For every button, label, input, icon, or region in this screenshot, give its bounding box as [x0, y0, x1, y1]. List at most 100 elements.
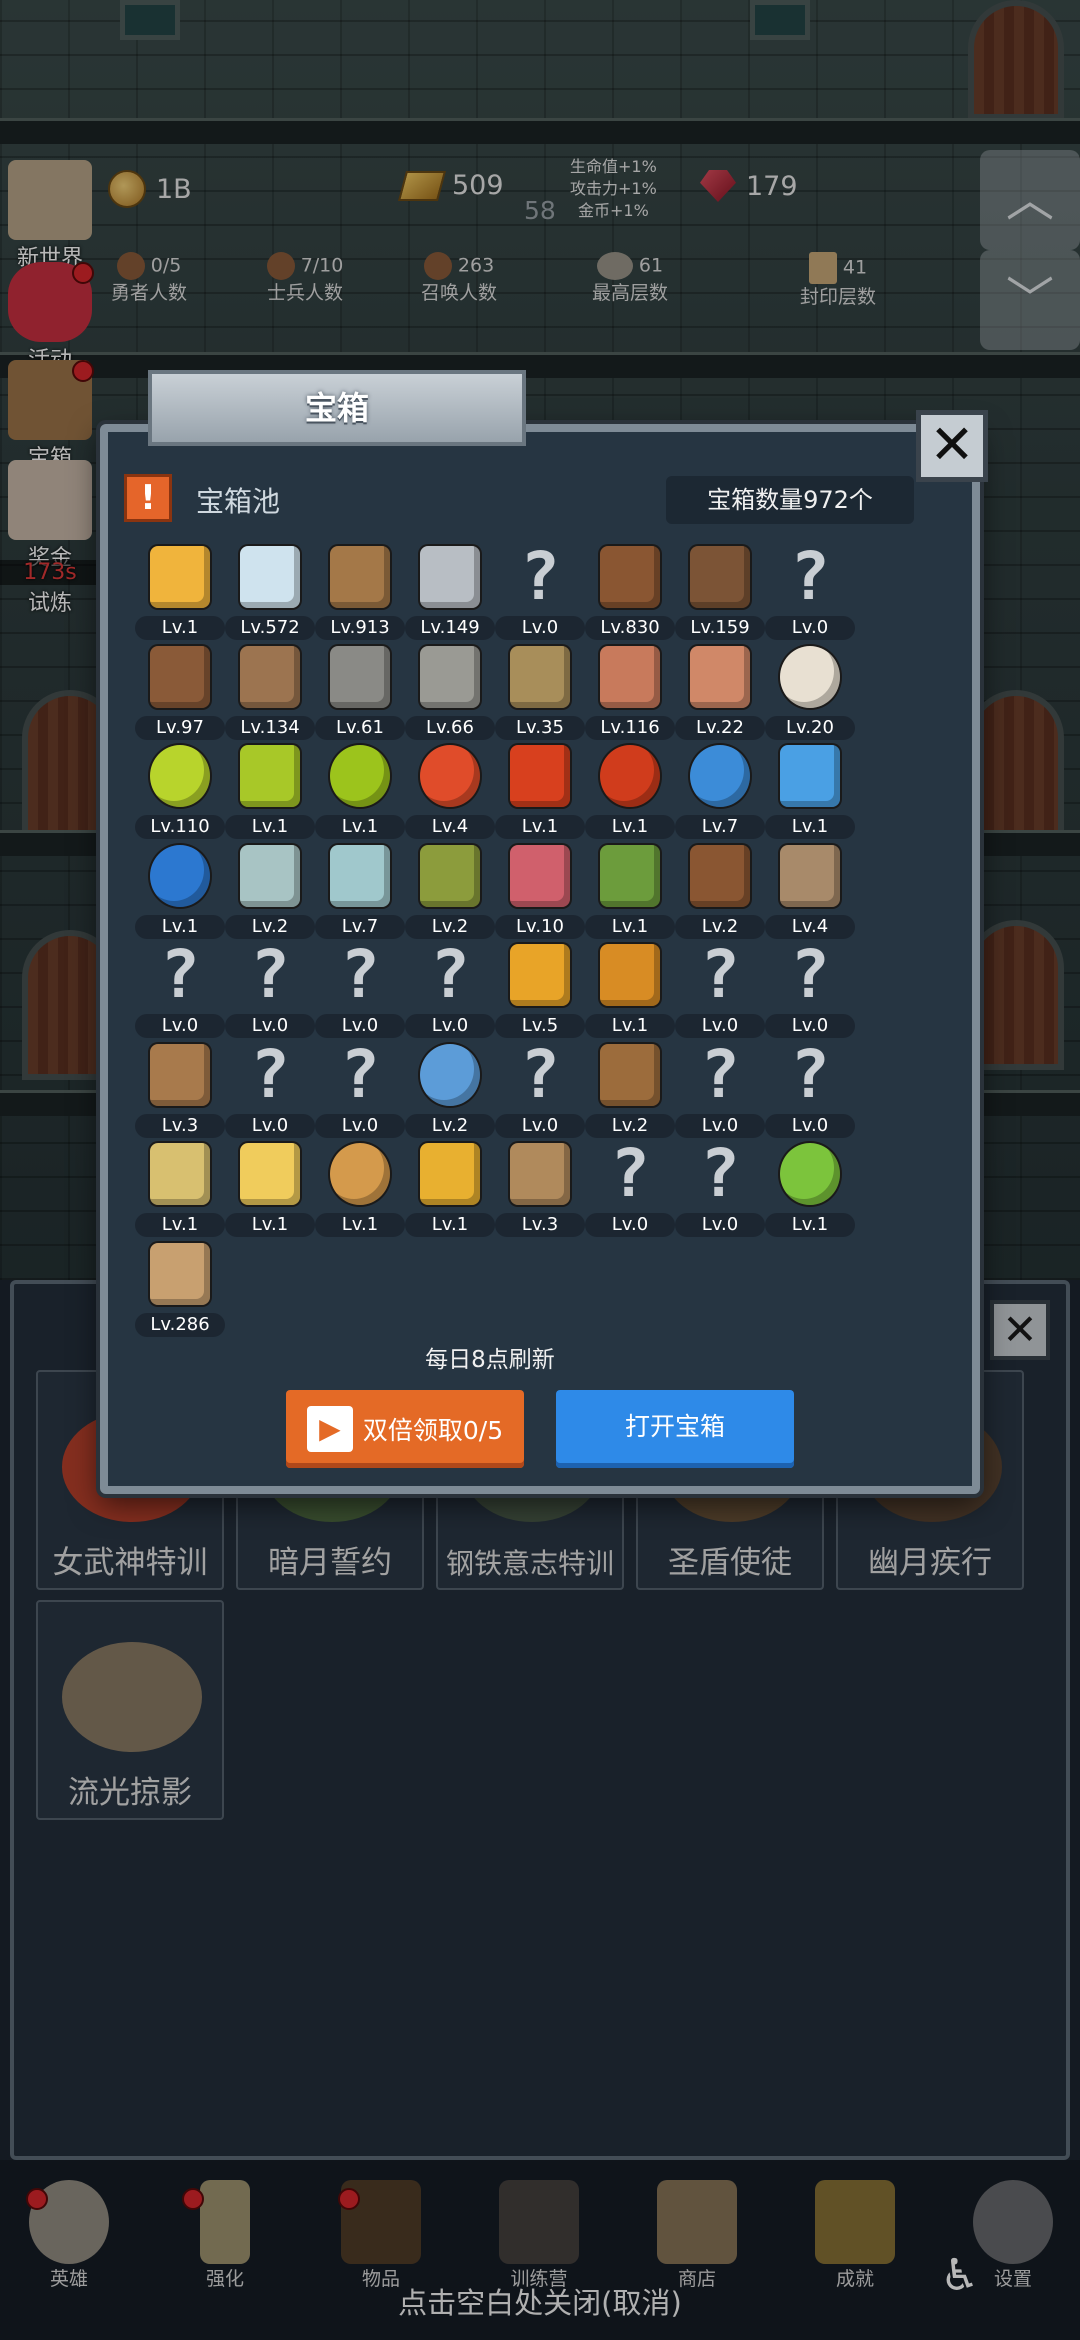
- item-cell[interactable]: Lv.66: [405, 645, 495, 746]
- item-cell[interactable]: Lv.10: [495, 844, 585, 945]
- green-round-potion-icon: [330, 745, 390, 807]
- item-cell[interactable]: Lv.2: [585, 1043, 675, 1144]
- unknown-icon: ?: [700, 1135, 740, 1212]
- item-cell[interactable]: Lv.159: [675, 546, 765, 646]
- item-level: Lv.0: [765, 1014, 855, 1038]
- item-cell[interactable]: Lv.572: [225, 546, 315, 646]
- item-cell[interactable]: Lv.1: [585, 944, 675, 1044]
- rice-bowl-icon: [780, 645, 840, 708]
- item-level: Lv.4: [765, 914, 855, 939]
- item-cell[interactable]: Lv.61: [315, 645, 405, 746]
- item-cell[interactable]: ? Lv.0: [225, 942, 315, 1044]
- item-level: Lv.0: [315, 1113, 405, 1138]
- item-cell[interactable]: Lv.20: [765, 645, 855, 746]
- item-cell[interactable]: Lv.4: [405, 745, 495, 845]
- item-cell[interactable]: Lv.2: [225, 844, 315, 945]
- item-cell[interactable]: Lv.97: [135, 645, 225, 746]
- item-level: Lv.2: [405, 1113, 495, 1138]
- item-cell[interactable]: Lv.2: [405, 1043, 495, 1144]
- item-cell[interactable]: Lv.1: [765, 1143, 855, 1243]
- item-cell[interactable]: ? Lv.0: [765, 942, 855, 1044]
- fire-wand-icon: [510, 944, 570, 1006]
- video-play-icon: ▶: [306, 1406, 353, 1452]
- item-cell[interactable]: Lv.35: [495, 645, 585, 746]
- open-chest-button[interactable]: 打开宝箱: [556, 1390, 794, 1468]
- item-cell[interactable]: ? Lv.0: [135, 942, 225, 1044]
- unknown-icon: ?: [700, 1035, 740, 1113]
- item-cell[interactable]: Lv.1: [585, 745, 675, 845]
- item-cell[interactable]: Lv.2: [405, 844, 495, 945]
- unknown-icon: ?: [430, 936, 470, 1013]
- pool-label: 宝箱池: [196, 485, 281, 518]
- winged-boot-icon: [600, 844, 660, 907]
- item-cell[interactable]: ? Lv.0: [765, 1041, 855, 1144]
- item-level: Lv.149: [405, 616, 495, 640]
- item-cell[interactable]: ? Lv.0: [495, 538, 585, 646]
- item-level: Lv.0: [315, 1014, 405, 1038]
- item-cell[interactable]: Lv.5: [495, 944, 585, 1044]
- item-cell[interactable]: Lv.134: [225, 645, 315, 746]
- item-cell[interactable]: ? Lv.0: [225, 1035, 315, 1144]
- item-cell[interactable]: ? Lv.0: [585, 1135, 675, 1243]
- item-cell[interactable]: Lv.22: [675, 645, 765, 746]
- item-cell[interactable]: Lv.913: [315, 546, 405, 646]
- item-cell[interactable]: Lv.1: [135, 1143, 225, 1243]
- item-level: Lv.4: [405, 815, 495, 839]
- red-flask-icon: [510, 745, 570, 807]
- item-level: Lv.2: [225, 914, 315, 939]
- item-cell[interactable]: ? Lv.0: [765, 544, 855, 646]
- modal-close-icon[interactable]: ✕: [916, 410, 988, 482]
- item-cell[interactable]: Lv.1: [315, 1143, 405, 1243]
- item-cell[interactable]: Lv.286: [135, 1242, 225, 1343]
- double-claim-button[interactable]: ▶ 双倍领取0/5: [286, 1390, 524, 1468]
- item-level: Lv.20: [765, 715, 855, 740]
- item-cell[interactable]: Lv.1: [495, 745, 585, 845]
- item-cell[interactable]: Lv.2: [675, 844, 765, 945]
- item-cell[interactable]: Lv.1: [225, 1143, 315, 1243]
- item-level: Lv.10: [495, 914, 585, 939]
- item-cell[interactable]: ? Lv.0: [405, 936, 495, 1044]
- item-cell[interactable]: ? Lv.0: [675, 936, 765, 1044]
- item-cell[interactable]: Lv.830: [585, 546, 675, 646]
- green-potion-icon: [150, 745, 210, 807]
- item-level: Lv.1: [405, 1213, 495, 1237]
- item-cell[interactable]: Lv.110: [135, 745, 225, 845]
- item-cell[interactable]: Lv.1: [765, 745, 855, 845]
- item-level: Lv.159: [675, 616, 765, 640]
- item-cell[interactable]: Lv.1: [135, 546, 225, 646]
- item-cell[interactable]: Lv.1: [585, 844, 675, 945]
- item-level: Lv.1: [495, 815, 585, 839]
- item-level: Lv.913: [315, 616, 405, 640]
- item-cell[interactable]: Lv.1: [315, 745, 405, 845]
- item-cell[interactable]: Lv.1: [405, 1143, 495, 1243]
- item-cell[interactable]: ? Lv.0: [675, 1135, 765, 1243]
- item-cell[interactable]: ? Lv.0: [315, 936, 405, 1044]
- unknown-icon: ?: [520, 538, 560, 615]
- item-cell[interactable]: Lv.7: [675, 745, 765, 845]
- unknown-icon: ?: [250, 1035, 290, 1113]
- item-level: Lv.116: [585, 715, 675, 740]
- item-cell[interactable]: ? Lv.0: [675, 1035, 765, 1144]
- item-cell[interactable]: Lv.149: [405, 546, 495, 646]
- unknown-icon: ?: [700, 936, 740, 1013]
- item-cell[interactable]: Lv.3: [495, 1143, 585, 1243]
- item-cell[interactable]: ? Lv.0: [495, 1041, 585, 1144]
- item-cell[interactable]: Lv.7: [315, 844, 405, 945]
- item-level: Lv.97: [135, 715, 225, 740]
- item-level: Lv.1: [585, 1014, 675, 1038]
- item-cell[interactable]: Lv.1: [135, 844, 225, 945]
- item-cell[interactable]: Lv.4: [765, 844, 855, 945]
- item-level: Lv.286: [135, 1312, 225, 1337]
- item-cell[interactable]: Lv.116: [585, 645, 675, 746]
- unknown-icon: ?: [340, 936, 380, 1013]
- item-cell[interactable]: Lv.1: [225, 745, 315, 845]
- unknown-icon: ?: [610, 1135, 650, 1212]
- item-level: Lv.1: [315, 1213, 405, 1237]
- olive-bottle-icon: [420, 844, 480, 907]
- item-level: Lv.2: [675, 914, 765, 939]
- green-orb-wand-icon: [780, 1143, 840, 1205]
- item-level: Lv.0: [585, 1213, 675, 1237]
- item-cell[interactable]: Lv.3: [135, 1043, 225, 1144]
- item-level: Lv.0: [675, 1014, 765, 1038]
- item-cell[interactable]: ? Lv.0: [315, 1041, 405, 1144]
